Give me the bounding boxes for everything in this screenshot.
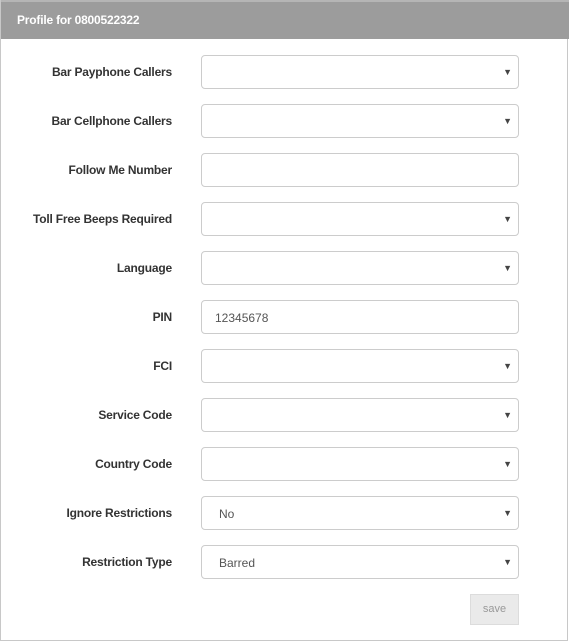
- caret-down-icon: ▼: [503, 508, 512, 518]
- ignore-restrictions-select[interactable]: No ▼: [201, 496, 519, 530]
- service-code-label: Service Code: [98, 408, 172, 422]
- form-row-toll-free-beeps-required: Toll Free Beeps Required ▼: [1, 202, 569, 236]
- language-label: Language: [116, 261, 172, 275]
- follow-me-number-input[interactable]: [201, 153, 519, 187]
- restriction-type-select[interactable]: Barred ▼: [201, 545, 519, 579]
- restriction-type-label: Restriction Type: [82, 555, 172, 569]
- form-row-fci: FCI ▼: [1, 349, 569, 383]
- caret-down-icon: ▼: [503, 557, 512, 567]
- country-code-select[interactable]: ▼: [201, 447, 519, 481]
- profile-panel: Profile for 0800522322 Bar Payphone Call…: [0, 0, 569, 641]
- bar-payphone-callers-label: Bar Payphone Callers: [51, 65, 172, 79]
- form-row-follow-me-number: Follow Me Number: [1, 153, 569, 187]
- bar-payphone-callers-select[interactable]: ▼: [201, 55, 519, 89]
- bar-cellphone-callers-select[interactable]: ▼: [201, 104, 519, 138]
- caret-down-icon: ▼: [503, 263, 512, 273]
- language-select[interactable]: ▼: [201, 251, 519, 285]
- form-row-bar-payphone-callers: Bar Payphone Callers ▼: [1, 55, 569, 89]
- pin-label: PIN: [152, 310, 173, 324]
- form-row-restriction-type: Restriction Type Barred ▼: [1, 545, 569, 579]
- panel-header: Profile for 0800522322: [1, 0, 569, 39]
- country-code-label: Country Code: [95, 457, 172, 471]
- caret-down-icon: ▼: [503, 116, 512, 126]
- form-row-language: Language ▼: [1, 251, 569, 285]
- form-row-service-code: Service Code ▼: [1, 398, 569, 432]
- caret-down-icon: ▼: [503, 410, 512, 420]
- toll-free-beeps-required-select[interactable]: ▼: [201, 202, 519, 236]
- caret-down-icon: ▼: [503, 214, 512, 224]
- toll-free-beeps-required-label: Toll Free Beeps Required: [32, 212, 172, 226]
- save-button[interactable]: save: [470, 594, 519, 625]
- bar-cellphone-callers-label: Bar Cellphone Callers: [51, 114, 172, 128]
- follow-me-number-label: Follow Me Number: [68, 163, 173, 177]
- select-value: No: [219, 507, 235, 521]
- form-row-pin: PIN 12345678: [1, 300, 569, 334]
- select-value: Barred: [219, 556, 256, 570]
- form-row-ignore-restrictions: Ignore Restrictions No ▼: [1, 496, 569, 530]
- form-row-bar-cellphone-callers: Bar Cellphone Callers ▼: [1, 104, 569, 138]
- panel-title: Profile for 0800522322: [17, 13, 140, 27]
- caret-down-icon: ▼: [503, 459, 512, 469]
- service-code-select[interactable]: ▼: [201, 398, 519, 432]
- pin-input[interactable]: 12345678: [201, 300, 519, 334]
- input-value: 12345678: [215, 311, 269, 325]
- caret-down-icon: ▼: [503, 361, 512, 371]
- form-row-country-code: Country Code ▼: [1, 447, 569, 481]
- caret-down-icon: ▼: [503, 67, 512, 77]
- ignore-restrictions-label: Ignore Restrictions: [66, 506, 172, 520]
- fci-select[interactable]: ▼: [201, 349, 519, 383]
- fci-label: FCI: [153, 359, 172, 373]
